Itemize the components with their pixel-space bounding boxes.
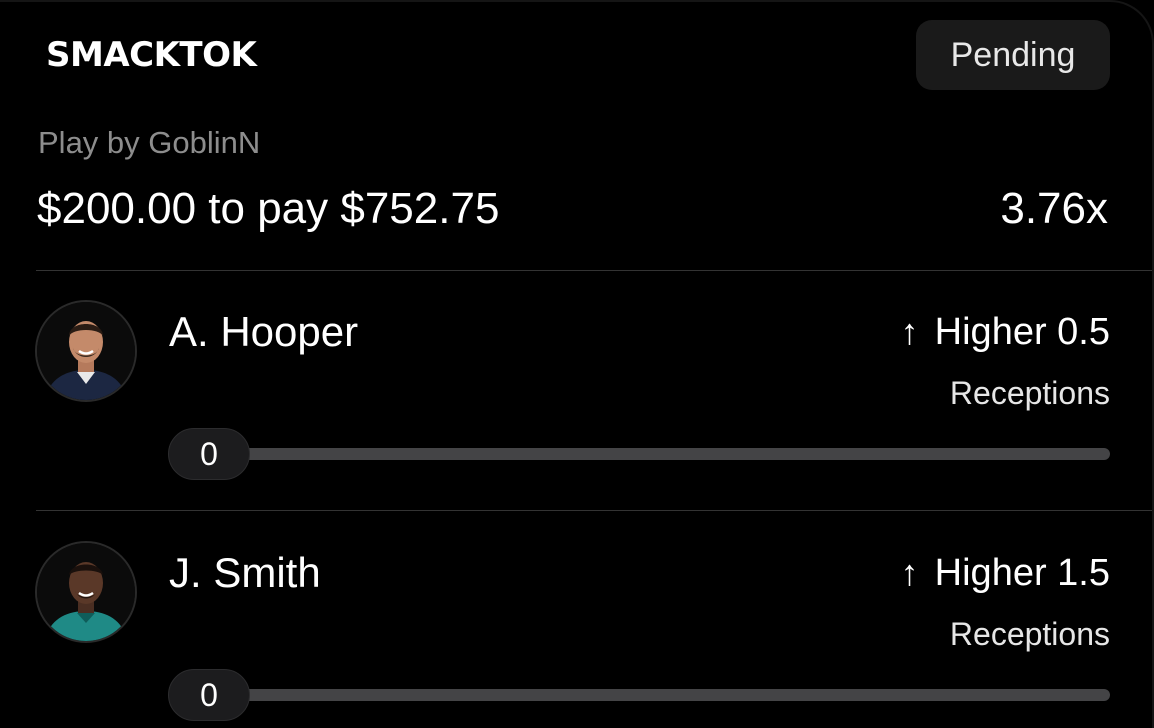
- app-logo: SMACKTOK: [46, 35, 257, 75]
- stat-type: Receptions: [949, 375, 1110, 411]
- progress-track: [240, 448, 1110, 460]
- pick-line: ↑ Higher 0.5: [901, 304, 1110, 360]
- current-value-badge: 0: [168, 428, 250, 480]
- pick-line-label: Higher 1.5: [934, 552, 1110, 594]
- wager-summary: $200.00 to pay $752.75: [37, 184, 500, 233]
- player-avatar: [35, 300, 137, 402]
- pick-row[interactable]: A. Hooper ↑ Higher 0.5 Receptions 0: [0, 270, 1152, 510]
- arrow-up-icon: ↑: [900, 311, 919, 352]
- pick-line: ↑ Higher 1.5: [901, 545, 1110, 601]
- pick-line-label: Higher 0.5: [934, 311, 1110, 353]
- payout-multiplier: 3.76x: [1000, 184, 1108, 233]
- status-badge: Pending: [916, 20, 1110, 90]
- player-avatar: [35, 541, 137, 643]
- current-value-badge: 0: [168, 669, 250, 721]
- progress-track: [240, 689, 1110, 701]
- play-author: Play by GoblinN: [38, 125, 261, 160]
- player-name: J. Smith: [169, 549, 321, 596]
- stat-type: Receptions: [949, 616, 1110, 652]
- pick-row[interactable]: J. Smith ↑ Higher 1.5 Receptions 0: [0, 511, 1152, 728]
- play-card: SMACKTOK Pending Play by GoblinN $200.00…: [0, 0, 1154, 728]
- player-name: A. Hooper: [169, 308, 359, 355]
- player-headshot-icon: [37, 302, 135, 400]
- player-headshot-icon: [37, 543, 135, 641]
- arrow-up-icon: ↑: [900, 552, 919, 593]
